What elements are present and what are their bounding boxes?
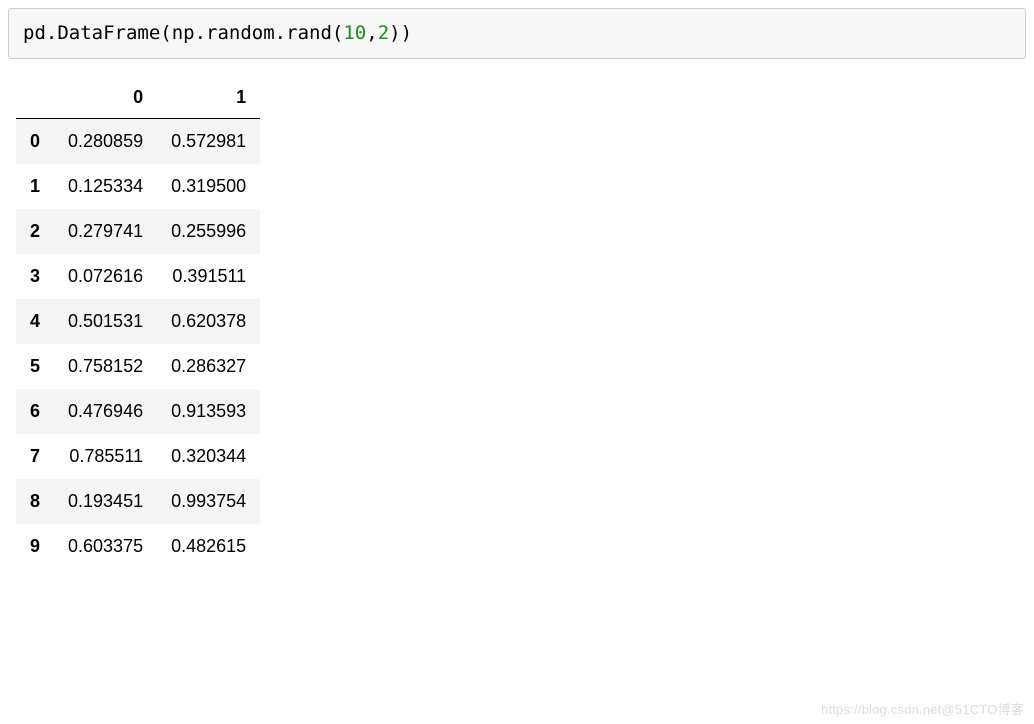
row-index: 1	[16, 164, 54, 209]
table-row: 0 0.280859 0.572981	[16, 118, 260, 164]
row-index: 0	[16, 118, 54, 164]
row-index: 5	[16, 344, 54, 389]
code-token: (	[160, 22, 171, 44]
table-row: 4 0.501531 0.620378	[16, 299, 260, 344]
code-token: (	[332, 22, 343, 44]
row-index: 9	[16, 524, 54, 569]
table-row: 5 0.758152 0.286327	[16, 344, 260, 389]
cell: 0.286327	[157, 344, 260, 389]
cell: 0.320344	[157, 434, 260, 479]
table-row: 6 0.476946 0.913593	[16, 389, 260, 434]
row-index: 2	[16, 209, 54, 254]
table-column-header: 0	[54, 77, 157, 119]
output-area: 0 1 0 0.280859 0.572981 1 0.125334 0.319…	[8, 59, 1026, 577]
cell: 0.125334	[54, 164, 157, 209]
code-token: )	[401, 22, 412, 44]
table-row: 9 0.603375 0.482615	[16, 524, 260, 569]
code-token: pd.DataFrame	[23, 22, 160, 44]
code-token: np.random.rand	[172, 22, 332, 44]
cell: 0.193451	[54, 479, 157, 524]
row-index: 6	[16, 389, 54, 434]
table-column-header: 1	[157, 77, 260, 119]
cell: 0.482615	[157, 524, 260, 569]
cell: 0.280859	[54, 118, 157, 164]
cell: 0.501531	[54, 299, 157, 344]
code-token: 2	[378, 22, 389, 44]
row-index: 3	[16, 254, 54, 299]
table-row: 1 0.125334 0.319500	[16, 164, 260, 209]
table-row: 7 0.785511 0.320344	[16, 434, 260, 479]
cell: 0.572981	[157, 118, 260, 164]
cell: 0.319500	[157, 164, 260, 209]
cell: 0.913593	[157, 389, 260, 434]
cell: 0.603375	[54, 524, 157, 569]
code-token: ,	[366, 22, 377, 44]
row-index: 4	[16, 299, 54, 344]
table-row: 3 0.072616 0.391511	[16, 254, 260, 299]
cell: 0.391511	[157, 254, 260, 299]
cell: 0.620378	[157, 299, 260, 344]
cell: 0.993754	[157, 479, 260, 524]
cell: 0.785511	[54, 434, 157, 479]
cell: 0.255996	[157, 209, 260, 254]
cell: 0.072616	[54, 254, 157, 299]
cell: 0.758152	[54, 344, 157, 389]
code-token: 10	[343, 22, 366, 44]
cell: 0.476946	[54, 389, 157, 434]
table-row: 2 0.279741 0.255996	[16, 209, 260, 254]
code-input-cell[interactable]: pd.DataFrame(np.random.rand(10,2))	[8, 8, 1026, 59]
cell: 0.279741	[54, 209, 157, 254]
table-header-corner	[16, 77, 54, 119]
watermark-text: https://blog.csdn.net@51CTO博客	[821, 699, 1024, 718]
row-index: 8	[16, 479, 54, 524]
row-index: 7	[16, 434, 54, 479]
code-token: )	[389, 22, 400, 44]
dataframe-table: 0 1 0 0.280859 0.572981 1 0.125334 0.319…	[16, 77, 260, 569]
table-row: 8 0.193451 0.993754	[16, 479, 260, 524]
